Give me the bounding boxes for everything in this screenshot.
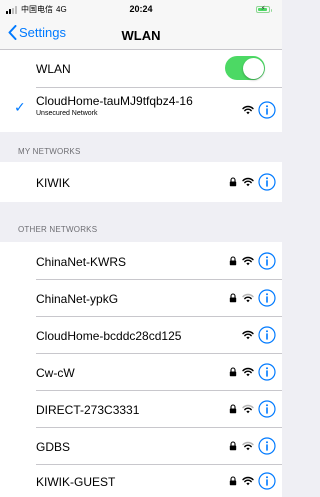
wifi-icon: [242, 256, 254, 266]
wifi-icon: [242, 367, 254, 377]
wlan-group: WLAN ✓ CloudHome-tauMJ9tfqbz4-16 Unsecur…: [0, 50, 282, 132]
network-row[interactable]: ChinaNet-ypkG: [0, 280, 282, 316]
network-name: KIWIK-GUEST: [36, 475, 116, 489]
network-icons: [228, 400, 276, 418]
wlan-toggle-row: WLAN: [0, 50, 282, 87]
network-name: DIRECT-273C3331: [36, 403, 140, 417]
network-name: KIWIK: [36, 176, 71, 190]
info-icon[interactable]: [258, 472, 276, 490]
wifi-icon: [242, 330, 254, 340]
section-header-other-networks: OTHER NETWORKS: [18, 225, 98, 234]
lock-icon: [228, 256, 238, 266]
network-row[interactable]: KIWIK-GUEST: [0, 465, 282, 497]
status-bar: 中国电信 4G 20:24 ⚡: [0, 0, 282, 20]
page-title: WLAN: [121, 28, 161, 43]
network-row[interactable]: ChinaNet-KWRS: [0, 242, 282, 279]
network-icons: [242, 326, 276, 344]
info-icon[interactable]: [258, 400, 276, 418]
network-name: ChinaNet-KWRS: [36, 255, 127, 269]
wifi-icon: [242, 293, 254, 303]
info-icon[interactable]: [258, 101, 276, 119]
wifi-icon: [242, 441, 254, 451]
info-icon[interactable]: [258, 363, 276, 381]
lock-icon: [228, 476, 238, 486]
wifi-icon: [242, 177, 254, 187]
network-icons: [228, 289, 276, 307]
network-row[interactable]: CloudHome-bcddc28cd125: [0, 317, 282, 353]
network-icons: [228, 472, 276, 490]
lock-icon: [228, 441, 238, 451]
network-row[interactable]: GDBS: [0, 428, 282, 464]
wifi-icon: [242, 105, 254, 115]
info-icon[interactable]: [258, 173, 276, 191]
wifi-icon: [242, 476, 254, 486]
connected-network-row[interactable]: ✓ CloudHome-tauMJ9tfqbz4-16 Unsecured Ne…: [0, 88, 282, 132]
navigation-bar: Settings WLAN: [0, 20, 282, 50]
network-name: ChinaNet-ypkG: [36, 292, 119, 306]
connected-network-status: Unsecured Network: [36, 110, 98, 117]
info-icon[interactable]: [258, 326, 276, 344]
network-icons: [228, 363, 276, 381]
battery-charging-icon: ⚡: [256, 6, 272, 13]
lock-icon: [228, 293, 238, 303]
info-icon[interactable]: [258, 252, 276, 270]
lock-icon: [228, 404, 238, 414]
wifi-icon: [242, 404, 254, 414]
section-header-my-networks: MY NETWORKS: [18, 147, 81, 156]
connected-network-name: CloudHome-tauMJ9tfqbz4-16: [36, 94, 193, 108]
network-icons: [228, 437, 276, 455]
network-icons: [228, 173, 276, 191]
other-networks-list: ChinaNet-KWRS ChinaNet-ypkG CloudHome-bc…: [0, 242, 282, 497]
my-networks-list: KIWIK: [0, 162, 282, 202]
network-name: Cw-cW: [36, 366, 75, 380]
network-row-kiwik[interactable]: KIWIK: [0, 162, 282, 202]
status-time: 20:24: [129, 4, 153, 14]
info-icon[interactable]: [258, 437, 276, 455]
network-name: GDBS: [36, 440, 71, 454]
network-row[interactable]: Cw-cW: [0, 354, 282, 390]
info-icon[interactable]: [258, 289, 276, 307]
checkmark-icon: ✓: [14, 99, 26, 115]
network-icons: [228, 252, 276, 270]
connected-network-icons: [242, 101, 276, 119]
lock-icon: [228, 177, 238, 187]
network-row[interactable]: DIRECT-273C3331: [0, 391, 282, 427]
network-name: CloudHome-bcddc28cd125: [36, 329, 182, 343]
lock-icon: [228, 367, 238, 377]
wlan-toggle-switch[interactable]: [225, 56, 265, 80]
wlan-toggle-label: WLAN: [36, 62, 71, 76]
